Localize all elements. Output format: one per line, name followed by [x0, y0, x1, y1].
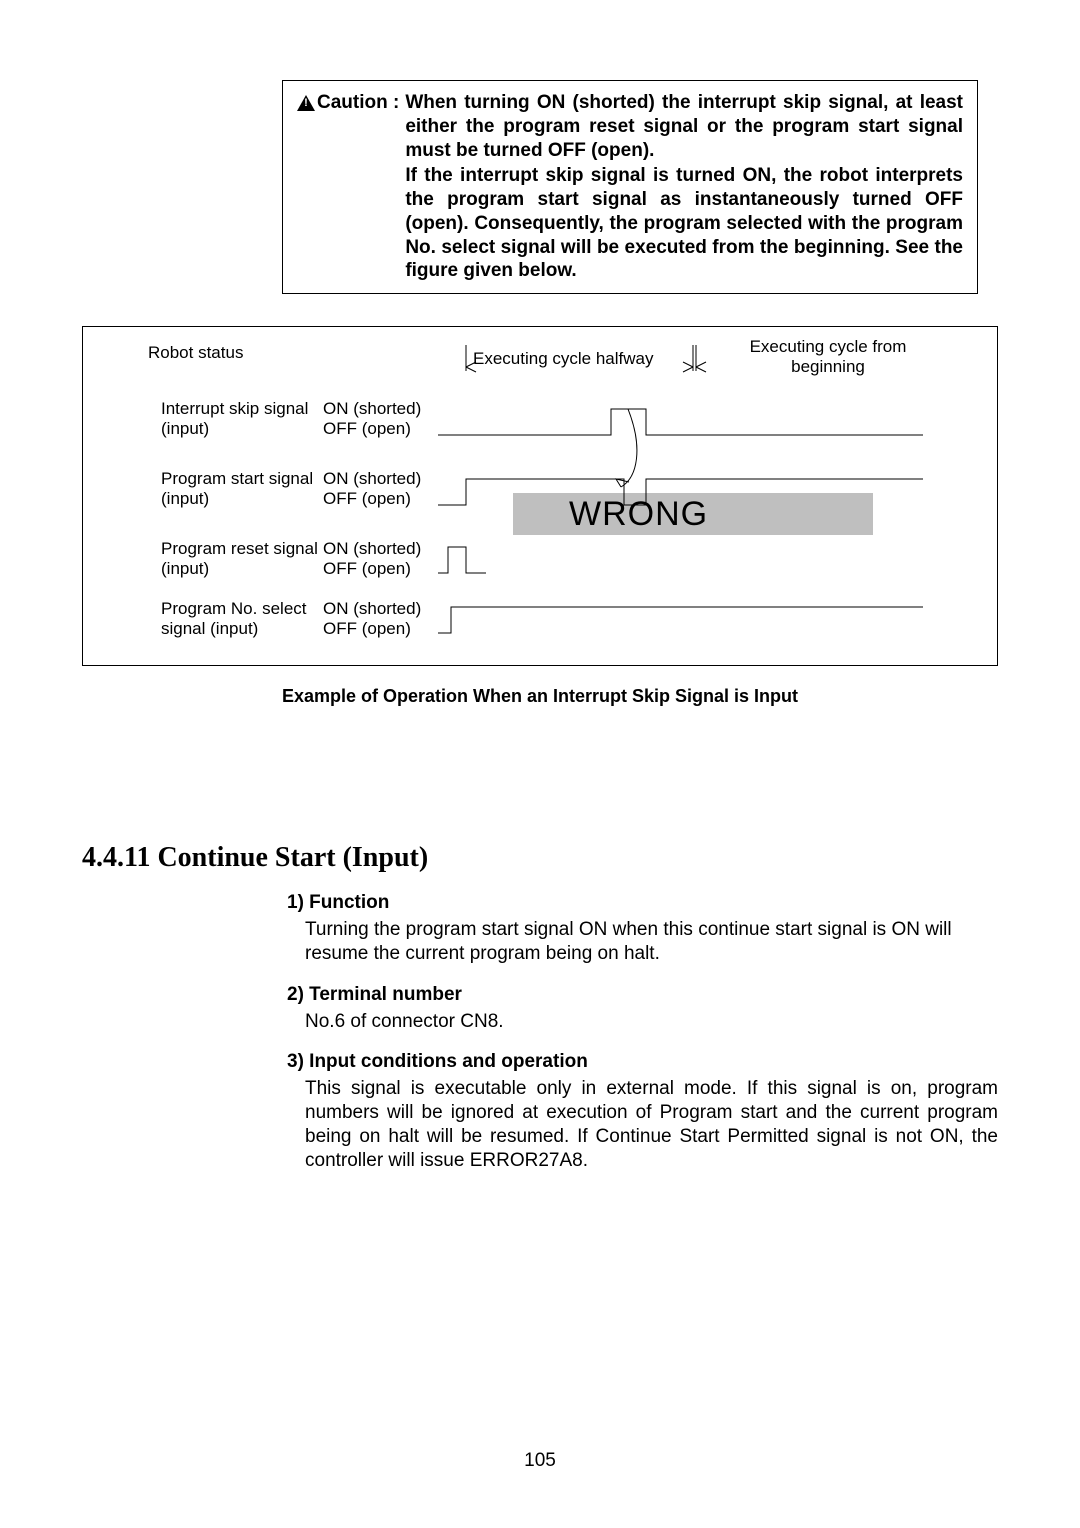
- caution-row: Caution : When turning ON (shorted) the …: [297, 91, 963, 283]
- sub-conditions-body: This signal is executable only in extern…: [305, 1077, 998, 1172]
- sub-function-body: Turning the program start signal ON when…: [305, 918, 998, 966]
- sub-terminal-head: 2) Terminal number: [287, 984, 998, 1006]
- caution-text: When turning ON (shorted) the interrupt …: [405, 91, 963, 283]
- subsections: 1) Function Turning the program start si…: [287, 892, 998, 1172]
- timing-diagram: Robot status Executing cycle halfway Exe…: [82, 326, 998, 666]
- sub-conditions-head: 3) Input conditions and operation: [287, 1051, 998, 1073]
- warning-triangle-icon: [297, 95, 315, 111]
- sub-terminal-body: No.6 of connector CN8.: [305, 1010, 998, 1034]
- document-page: Caution : When turning ON (shorted) the …: [0, 0, 1080, 1528]
- section-heading: 4.4.11 Continue Start (Input): [82, 842, 998, 874]
- caution-paragraph-1: When turning ON (shorted) the interrupt …: [405, 92, 963, 161]
- sub-function-head: 1) Function: [287, 892, 998, 914]
- wrong-label: WRONG: [569, 495, 708, 534]
- caution-label: Caution :: [317, 91, 399, 115]
- timing-svg: [83, 327, 993, 665]
- caution-box: Caution : When turning ON (shorted) the …: [282, 80, 978, 294]
- caution-label-wrap: Caution :: [297, 91, 405, 115]
- diagram-caption: Example of Operation When an Interrupt S…: [82, 686, 998, 707]
- caution-paragraph-2: If the interrupt skip signal is turned O…: [405, 164, 963, 283]
- page-number: 105: [0, 1450, 1080, 1472]
